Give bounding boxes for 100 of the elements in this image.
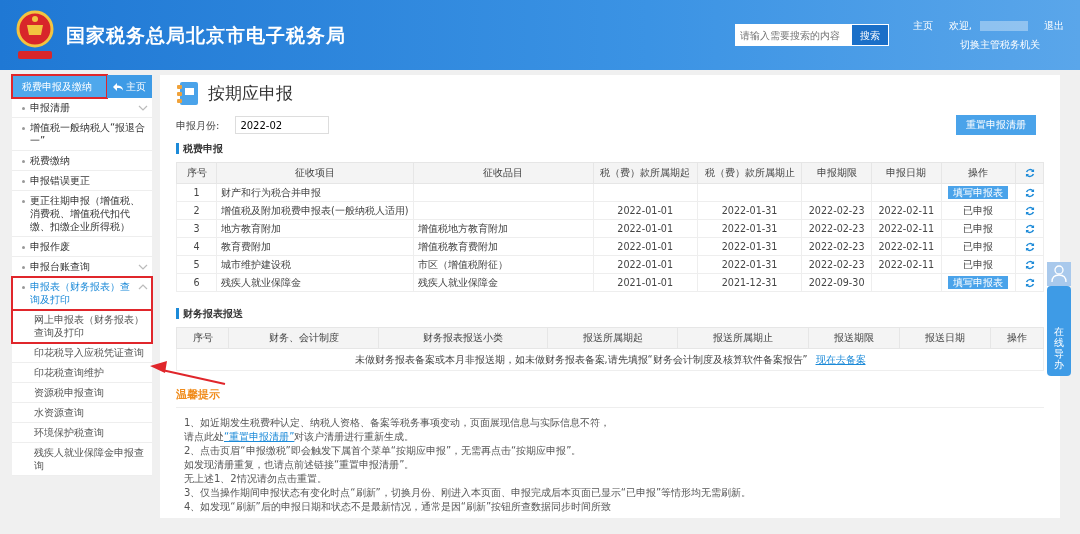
table-cell: 2022-09-30 — [801, 273, 872, 292]
column-header: 报送所属期起 — [547, 327, 678, 349]
refresh-icon[interactable] — [1024, 241, 1035, 252]
column-header: 报送日期 — [899, 327, 991, 349]
search-field[interactable]: 请输入需要搜索的内容 — [734, 24, 851, 46]
sidebar-item[interactable]: 税费缴纳 — [12, 151, 152, 171]
table-cell: 2022-02-11 — [871, 201, 942, 220]
table-cell: 2022-02-11 — [871, 219, 942, 238]
sidebar-subitem[interactable]: 印花税查询维护 — [12, 363, 152, 383]
table-cell: 2022-01-31 — [697, 201, 802, 220]
table-cell: 2022-01-31 — [697, 237, 802, 256]
table-cell: 4 — [176, 237, 217, 256]
status-cell: 已申报 — [941, 237, 1016, 256]
search-button[interactable]: 搜索 — [850, 24, 889, 46]
table-cell: 6 — [176, 273, 217, 292]
table-cell: 市区（增值税附征） — [413, 255, 593, 274]
sidebar-subitem[interactable]: 资源税申报查询 — [12, 383, 152, 403]
table-cell: 残疾人就业保障金 — [413, 273, 593, 292]
tip-text: 3、仅当操作期间申报状态有变化时点“刷新”，切换月份、刚进入本页面、申报完成后本页面已显示“已申报”等情形均无需刷新。 — [183, 485, 753, 500]
refresh-icon[interactable] — [1024, 223, 1035, 234]
column-header: 申报日期 — [871, 162, 942, 184]
table-cell: 2 — [176, 201, 217, 220]
month-field[interactable]: 2022-02 — [235, 116, 330, 135]
table-cell: 2022-02-11 — [871, 237, 942, 256]
month-label: 申报月份: — [176, 118, 220, 133]
section-title: 税费申报 — [176, 143, 1044, 155]
table-cell: 2022-02-23 — [801, 255, 872, 274]
table-cell: 增值税及附加税费申报表(一般纳税人适用) — [216, 201, 413, 220]
section-title: 财务报表报送 — [176, 308, 1044, 320]
tip-text: 1、如近期发生税费种认定、纳税人资格、备案等税务事项变动，页面展现信息与实际信息不符， — [183, 415, 612, 430]
tip-text: 请点此处“重置申报清册”对该户清册进行重新生成。 — [183, 429, 416, 444]
sidebar-subitem[interactable]: 水资源查询 — [12, 403, 152, 423]
sidebar-item[interactable]: 申报错误更正 — [12, 171, 152, 191]
table-cell: 财产和行为税合并申报 — [216, 183, 413, 202]
column-header: 序号 — [176, 162, 217, 184]
column-header: 财务报表报送小类 — [378, 327, 548, 349]
status-cell: 已申报 — [941, 255, 1016, 274]
table-cell: 2022-01-01 — [593, 201, 698, 220]
refresh-icon[interactable] — [1024, 168, 1035, 179]
document-icon — [176, 81, 200, 107]
table-cell: 2022-01-31 — [697, 219, 802, 238]
sidebar-item[interactable]: 申报清册 — [12, 98, 152, 118]
tip-text: 2、点击页眉“申报缴税”即会触发下属首个菜单“按期应申报”，无需再点击“按期应申报”。 — [183, 443, 583, 458]
refresh-icon[interactable] — [1024, 187, 1035, 198]
tip-text: 如发现清册重复，也请点前述链接“重置申报清册”。 — [183, 457, 416, 472]
table-cell: 城市维护建设税 — [216, 255, 413, 274]
table-cell: 2022-01-31 — [697, 255, 802, 274]
table-cell: 2022-02-23 — [801, 201, 872, 220]
table-cell: 2022-02-11 — [871, 255, 942, 274]
sidebar-subitem[interactable]: 环境保护税查询 — [12, 423, 152, 443]
column-header: 财务、会计制度 — [228, 327, 379, 349]
sidebar-subitem[interactable]: 网上申报表（财务报表）查询及打印 — [12, 310, 152, 343]
chevron-down-icon[interactable] — [138, 263, 148, 271]
sidebar-subitem[interactable]: 印花税导入应税凭证查询 — [12, 343, 152, 363]
back-arrow-icon — [113, 82, 123, 91]
status-cell: 已申报 — [941, 201, 1016, 220]
site-title: 国家税务总局北京市电子税务局 — [66, 22, 346, 48]
table-cell: 残疾人就业保障金 — [216, 273, 413, 292]
column-header: 操作 — [990, 327, 1044, 349]
column-header: 申报期限 — [801, 162, 872, 184]
table-cell: 2022-02-23 — [801, 219, 872, 238]
empty-message: 未做财务报表备案或本月非报送期，如未做财务报表备案,请先填报“财务会计制度及核算软件备案报告” 现在去备案 — [354, 353, 866, 365]
sidebar-item[interactable]: 申报台账查询 — [12, 257, 152, 277]
table-cell: 2022-01-01 — [593, 237, 698, 256]
table-cell: 2022-01-01 — [593, 255, 698, 274]
welcome-text: 欢迎, — [948, 19, 972, 33]
sidebar-item[interactable]: 申报作废 — [12, 237, 152, 257]
table-cell: 5 — [176, 255, 217, 274]
column-header: 征收项目 — [216, 162, 413, 184]
tip-text: 4、如发现“刷新”后的申报日期和状态不是最新情况，通常是因“刷新”按钮所查数据同步时间所致 — [183, 499, 613, 514]
chevron-up-icon[interactable] — [138, 283, 148, 291]
blurred-username — [980, 20, 1028, 31]
table-cell: 2022-02-23 — [801, 237, 872, 256]
table-cell: 2022-01-01 — [593, 219, 698, 238]
refresh-icon[interactable] — [1024, 277, 1035, 288]
page-title: 按期应申报 — [208, 82, 293, 106]
sidebar-item[interactable]: 更正往期申报（增值税、消费税、增值税代扣代缴、扣缴企业所得税） — [12, 191, 152, 237]
register-link[interactable]: 现在去备案 — [815, 353, 866, 365]
sidebar-item[interactable]: 增值税一般纳税人“报退合一” — [12, 118, 152, 151]
refresh-icon[interactable] — [1024, 205, 1035, 216]
table-cell: 2021-12-31 — [697, 273, 802, 292]
column-header: 操作 — [941, 162, 1016, 184]
tips-title: 温馨提示 — [176, 387, 1044, 408]
column-header: 税（费）款所属期止 — [697, 162, 802, 184]
sidebar-item[interactable]: 申报表（财务报表）查询及打印 — [12, 277, 152, 310]
chevron-down-icon[interactable] — [138, 104, 148, 112]
table-cell: 1 — [176, 183, 217, 202]
column-header: 征收品目 — [413, 162, 593, 184]
column-header: 税（费）款所属期起 — [593, 162, 698, 184]
column-header: 序号 — [176, 327, 229, 349]
sidebar-subitem[interactable]: 残疾人就业保障金申报查询 — [12, 443, 152, 476]
column-header: 报送所属期止 — [677, 327, 809, 349]
table-cell: 教育费附加 — [216, 237, 413, 256]
tip-text: 无上述1、2情况请勿点击重置。 — [183, 471, 328, 486]
table-cell: 增值税教育费附加 — [413, 237, 593, 256]
refresh-icon[interactable] — [1024, 259, 1035, 270]
status-cell: 已申报 — [941, 219, 1016, 238]
table-cell: 地方教育附加 — [216, 219, 413, 238]
table-cell: 3 — [176, 219, 217, 238]
column-header: 报送期限 — [808, 327, 900, 349]
